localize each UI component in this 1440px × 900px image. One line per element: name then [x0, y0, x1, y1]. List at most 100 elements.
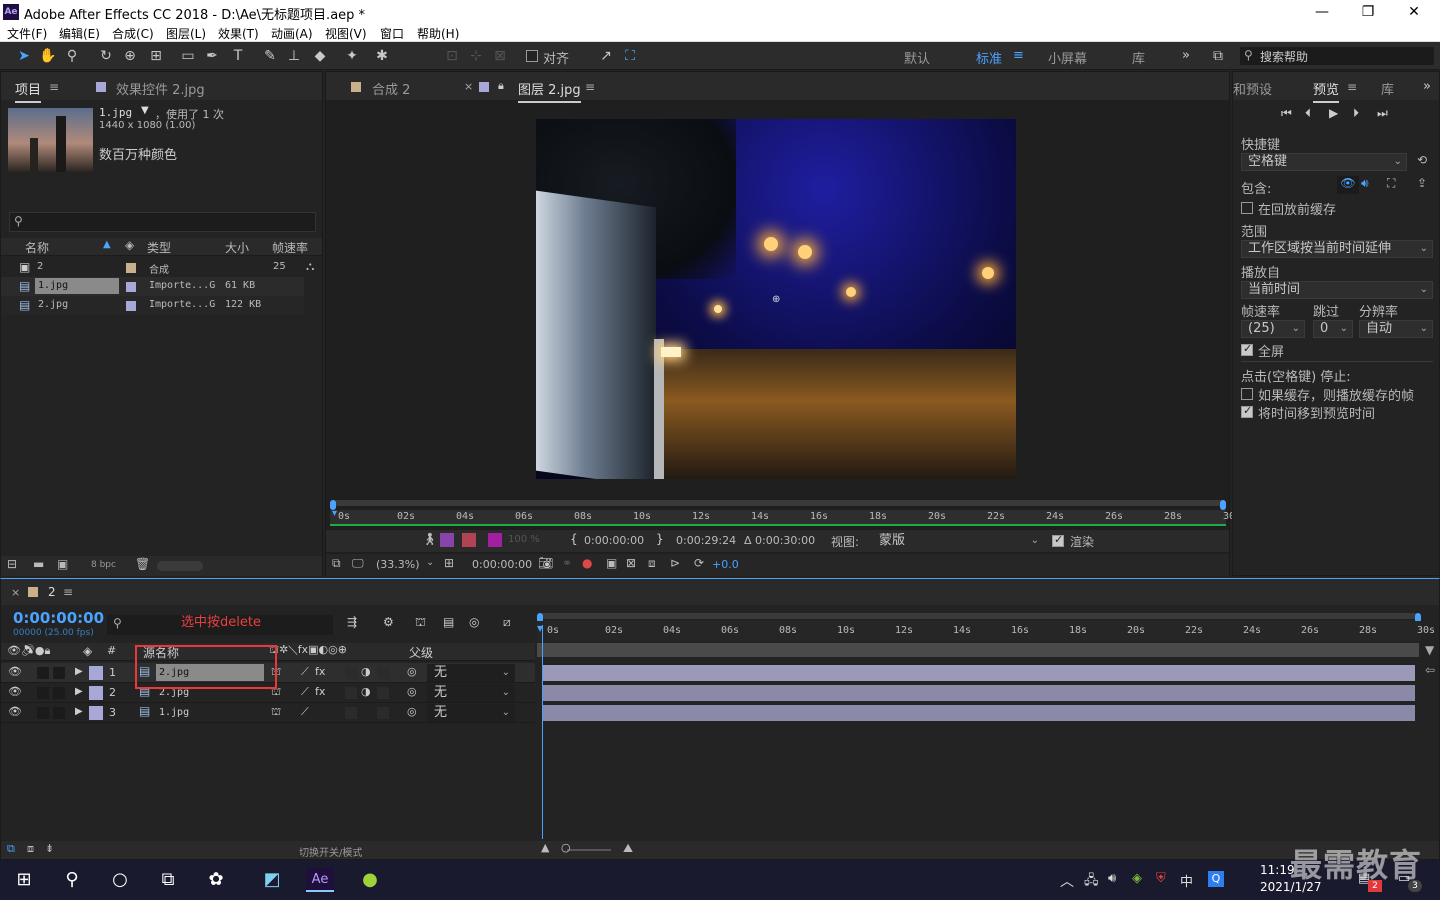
- more-panels-icon[interactable]: »: [1423, 79, 1431, 94]
- quality-switch-icon[interactable]: ⟋: [301, 685, 309, 699]
- viewer-current-time[interactable]: 0:00:00:00: [472, 558, 532, 571]
- menu-help[interactable]: 帮助(H): [417, 25, 459, 42]
- maximize-icon[interactable]: ❐: [1346, 2, 1390, 22]
- transfer-controls-icon[interactable]: ⧈: [27, 842, 34, 856]
- help-search-box[interactable]: ⚲ 搜索帮助: [1240, 47, 1434, 65]
- close-timeline-icon[interactable]: ×: [11, 586, 20, 599]
- zoom-tool-icon[interactable]: ⚲: [62, 46, 82, 66]
- exposure-value[interactable]: +0.0: [712, 558, 739, 571]
- resolution-dropdown[interactable]: 自动 ⌄: [1359, 320, 1433, 338]
- skip-dropdown[interactable]: 0 ⌄: [1313, 320, 1353, 338]
- motion-blur-icon[interactable]: ◎: [469, 615, 479, 629]
- project-menu-icon[interactable]: ≡: [49, 80, 59, 94]
- col-parent[interactable]: 父级: [409, 644, 433, 661]
- play-icon[interactable]: ▶: [1329, 106, 1338, 120]
- av-features-icon[interactable]: 👁︎🔊︎●🔒︎: [7, 644, 50, 658]
- color-swatch-icon[interactable]: [488, 533, 502, 547]
- windows-start-icon[interactable]: ⊞: [10, 868, 38, 892]
- layer-time-ruler[interactable]: 0s 02s 04s 06s 08s 10s 12s 14s 16s 18s 20s 22s 24s 26…: [330, 500, 1241, 526]
- comp-button-icon[interactable]: ▼: [1425, 643, 1434, 657]
- viewer-menu-icon[interactable]: ≡: [585, 80, 595, 94]
- label-swatch[interactable]: [126, 282, 136, 292]
- close-tab-icon[interactable]: ×: [464, 80, 473, 93]
- solo-toggle[interactable]: [53, 667, 65, 679]
- cache-before-checkbox[interactable]: [1241, 202, 1253, 214]
- menu-view[interactable]: 视图(V): [325, 25, 367, 42]
- label-swatch[interactable]: [89, 686, 103, 700]
- transparency-grid-icon[interactable]: ⊠: [626, 556, 636, 570]
- interpret-footage-icon[interactable]: ⊟: [7, 557, 17, 571]
- visibility-eye-icon[interactable]: 👁︎: [8, 685, 22, 698]
- local-axis-icon[interactable]: ⊡: [442, 46, 462, 66]
- project-item-row[interactable]: ▤ 2.jpg Importe...G 122 KB: [1, 296, 304, 315]
- tab-preview[interactable]: 预览: [1313, 79, 1340, 103]
- fx-switch-icon[interactable]: fx: [315, 665, 325, 678]
- adjustment-switch-icon[interactable]: ◑: [361, 685, 371, 698]
- roto-brush-tool-icon[interactable]: ✦: [342, 46, 362, 66]
- label-swatch[interactable]: [126, 301, 136, 311]
- toggle-switches-modes[interactable]: 切换开关/模式: [299, 844, 362, 859]
- draft-3d-icon[interactable]: ⚙: [383, 615, 394, 629]
- sort-asc-icon[interactable]: ▲: [103, 239, 111, 250]
- layer-bar[interactable]: [543, 665, 1415, 681]
- label-swatch[interactable]: [126, 263, 136, 273]
- layer-row[interactable]: 👁︎ ▶ 3 ▤ 1.jpg ⛫ ⟋ ◎ 无 ⌄: [1, 703, 535, 723]
- audio-toggle[interactable]: [37, 687, 49, 699]
- eraser-tool-icon[interactable]: ◆: [310, 46, 330, 66]
- in-out-icon[interactable]: ⇟: [45, 842, 54, 855]
- fullscreen-checkbox[interactable]: [1241, 342, 1253, 356]
- solo-alpha-icon[interactable]: [440, 533, 454, 547]
- search-icon[interactable]: ⚲: [58, 868, 86, 892]
- preview-menu-icon[interactable]: ≡: [1347, 80, 1357, 94]
- security-shield-icon[interactable]: ⛨: [1156, 871, 1166, 886]
- monitor-icon[interactable]: 🖵︎: [352, 556, 364, 571]
- thumbnail-slider[interactable]: [157, 561, 203, 571]
- opacity-pct[interactable]: 100 %: [508, 534, 540, 545]
- quality-switch-icon[interactable]: ⟋: [301, 665, 309, 679]
- reset-icon[interactable]: ⟲: [1417, 153, 1427, 167]
- visibility-eye-icon[interactable]: 👁︎: [8, 665, 22, 678]
- pick-whip-icon[interactable]: ◎: [407, 685, 417, 698]
- 3d-layer-toggle[interactable]: [377, 707, 389, 719]
- layer-image-preview[interactable]: ⊕: [536, 119, 1016, 479]
- col-fps[interactable]: 帧速率: [272, 239, 308, 256]
- solo-toggle[interactable]: [53, 707, 65, 719]
- region-of-interest-icon[interactable]: ▣: [606, 556, 617, 570]
- rotate-tool-icon[interactable]: ↻: [96, 46, 116, 66]
- solo-toggle[interactable]: [53, 687, 65, 699]
- selection-tool-icon[interactable]: ➤: [14, 46, 34, 66]
- current-time-indicator-icon[interactable]: ▾: [332, 508, 340, 522]
- safe-margins-icon[interactable]: ⊞: [444, 556, 454, 570]
- timeline-ruler[interactable]: 0s 02s 04s 06s 08s 10s 12s 14s 16s 18s 20s 22s 24s 26…: [537, 613, 1435, 661]
- comp-flowchart-icon[interactable]: ⇶: [347, 615, 357, 629]
- playhead-icon[interactable]: ▾: [537, 621, 549, 635]
- layer-bar[interactable]: [543, 705, 1415, 721]
- view-mode-dropdown[interactable]: 蒙版 ⌄: [872, 532, 1044, 550]
- next-frame-icon[interactable]: ⏵︎: [1353, 106, 1359, 121]
- col-name[interactable]: 名称: [25, 239, 49, 256]
- ime-indicator[interactable]: 中: [1180, 871, 1193, 890]
- tab-composition[interactable]: 合成 2: [372, 79, 410, 98]
- watermelon-app-icon[interactable]: ●: [356, 868, 384, 892]
- anchor-point-icon[interactable]: ⊕: [772, 295, 782, 305]
- pinwheel-app-icon[interactable]: ✿: [202, 868, 230, 892]
- workspace-standard[interactable]: 标准: [976, 48, 1002, 67]
- overlay-icon[interactable]: [462, 533, 476, 547]
- layer-walk-icon[interactable]: 🚶︎: [422, 532, 437, 546]
- 3d-view-icon[interactable]: ⧈: [648, 556, 656, 571]
- col-size[interactable]: 大小: [225, 239, 249, 256]
- camera-tool-icon[interactable]: ⊕: [120, 46, 140, 66]
- zoom-in-icon[interactable]: ⛰: [623, 841, 633, 856]
- tab-library[interactable]: 库: [1381, 79, 1394, 98]
- more-workspaces-icon[interactable]: »: [1182, 48, 1190, 63]
- project-item-row[interactable]: ▣ 2 合成 25 ⛬: [1, 258, 322, 277]
- task-view-icon[interactable]: ⧉: [154, 868, 182, 892]
- tab-effect-controls[interactable]: 效果控件 2.jpg: [116, 79, 205, 98]
- render-checkbox[interactable]: [1052, 533, 1064, 547]
- show-snapshot-icon[interactable]: ⚭: [562, 556, 572, 570]
- include-audio-icon[interactable]: 🔊︎: [1361, 176, 1369, 191]
- rectangle-tool-icon[interactable]: ▭: [178, 46, 198, 66]
- minimize-icon[interactable]: —: [1300, 2, 1344, 22]
- zoom-chevron-icon[interactable]: ⌄: [426, 557, 434, 568]
- 3d-layer-toggle[interactable]: [377, 667, 389, 679]
